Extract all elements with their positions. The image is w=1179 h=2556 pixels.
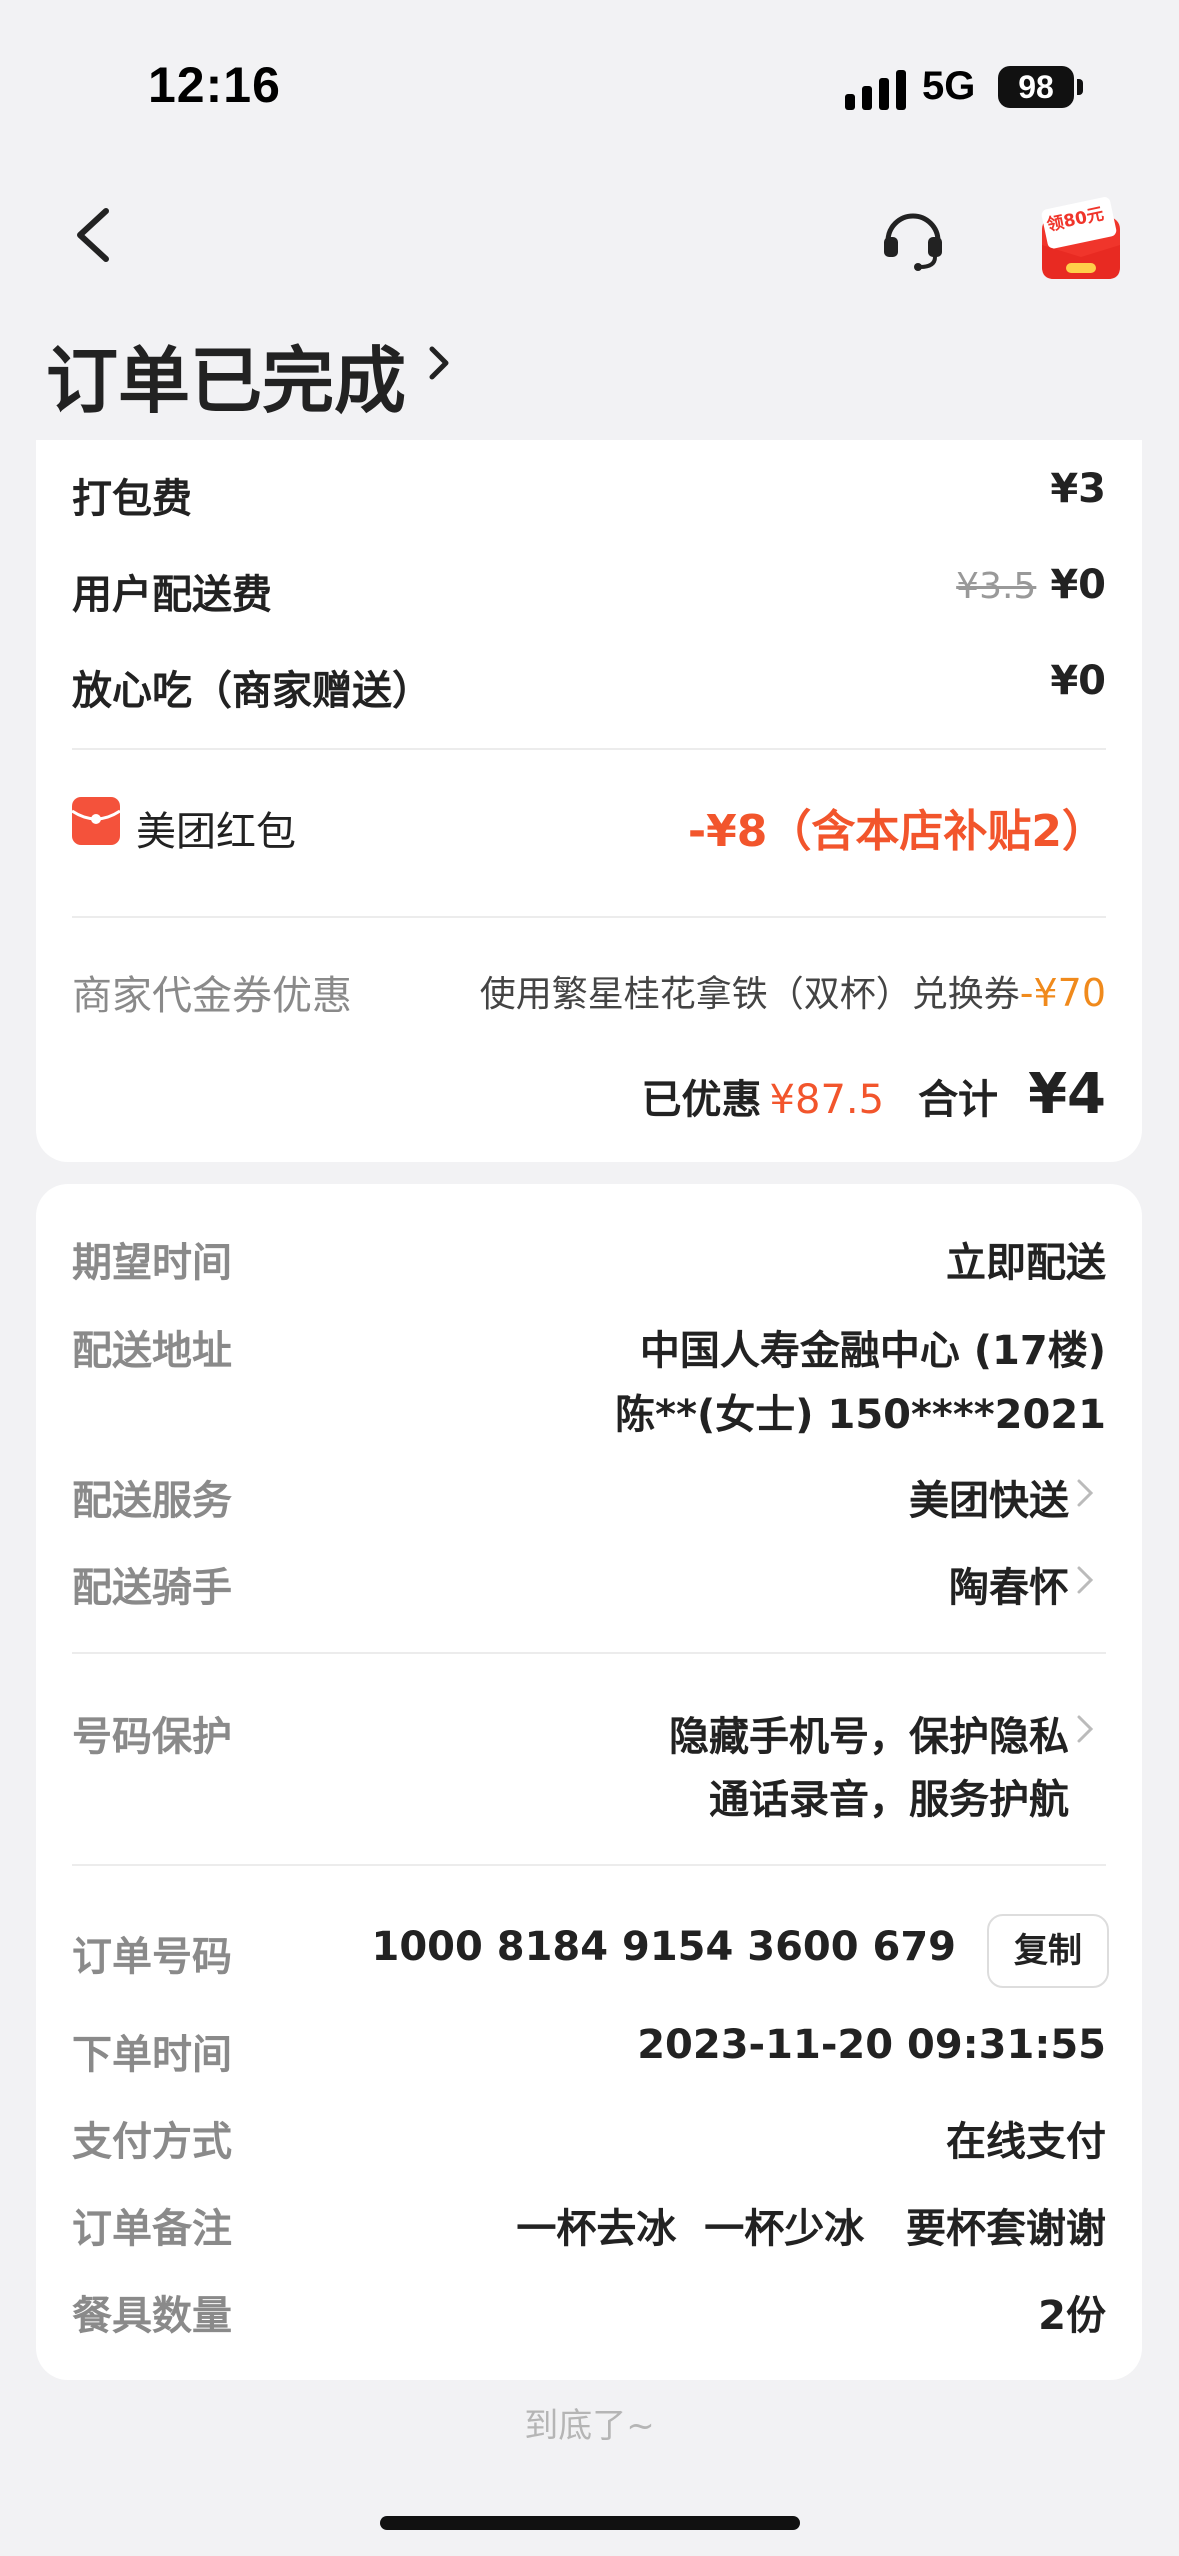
discount-label: 已优惠: [641, 1077, 762, 1123]
privacy-line1[interactable]: 隐藏手机号，保护隐私: [669, 1704, 1069, 1762]
service-label: 配送服务: [72, 1478, 232, 1524]
address-label: 配送地址: [72, 1328, 232, 1374]
voucher-value: -¥70: [1019, 971, 1106, 1015]
order-time-label: 下单时间: [72, 2032, 232, 2078]
red-packet-icon: [72, 797, 120, 845]
order-time-value: 2023-11-20 09:31:55: [637, 2022, 1106, 2068]
chevron-right-icon[interactable]: [426, 343, 452, 383]
home-indicator[interactable]: [380, 2516, 800, 2530]
page-title[interactable]: 订单已完成: [46, 322, 406, 427]
delivery-fee-label: 用户配送费: [72, 572, 272, 618]
address-line1: 中国人寿金融中心 (17楼): [639, 1328, 1106, 1374]
summary-row: 已优惠 ¥87.5 合计 ¥4: [641, 1062, 1106, 1127]
chevron-right-icon[interactable]: [1076, 1714, 1094, 1744]
assurance-label: 放心吃（商家赠送）: [72, 668, 432, 714]
privacy-line2: 通话录音，服务护航: [709, 1777, 1069, 1823]
packing-fee-value: ¥3: [1050, 466, 1106, 512]
red-packet-label: 美团红包: [136, 809, 296, 855]
divider: [72, 748, 1106, 750]
delivery-fee-original: ¥3.5: [956, 566, 1037, 607]
delivery-fee-value-row: ¥3.5 ¥0: [956, 562, 1106, 608]
customer-service-icon[interactable]: [880, 205, 946, 271]
order-number-value: 1000 8184 9154 3600 679: [371, 1924, 956, 1970]
service-value[interactable]: 美团快送: [909, 1468, 1069, 1526]
total-value: ¥4: [1028, 1062, 1106, 1127]
order-number-label: 订单号码: [72, 1934, 232, 1980]
voucher-desc: 使用繁星桂花拿铁（双杯）兑换券: [479, 974, 1020, 1015]
chevron-right-icon[interactable]: [1076, 1565, 1094, 1595]
divider: [72, 1652, 1106, 1654]
utensils-label: 餐具数量: [72, 2293, 232, 2339]
network-type: 5G: [922, 64, 976, 108]
utensils-value: 2份: [1038, 2293, 1106, 2339]
packing-fee-label: 打包费: [72, 476, 192, 522]
privacy-label: 号码保护: [72, 1714, 232, 1760]
copy-button[interactable]: 复制: [987, 1914, 1109, 1988]
divider: [72, 1864, 1106, 1866]
voucher-row: 使用繁星桂花拿铁（双杯）兑换券-¥70: [480, 965, 1106, 1017]
battery-icon: 98: [998, 66, 1074, 108]
discount-value: ¥87.5: [769, 1077, 885, 1123]
battery-tip: [1077, 79, 1083, 95]
note-value: 一杯去冰 一杯少冰 要杯套谢谢: [516, 2206, 1106, 2252]
rider-value[interactable]: 陶春怀: [949, 1555, 1069, 1613]
red-packet-value: -¥8（含本店补贴2）: [687, 806, 1106, 857]
rider-label: 配送骑手: [72, 1565, 232, 1611]
payment-label: 支付方式: [72, 2119, 232, 2165]
back-arrow-icon[interactable]: [70, 205, 120, 265]
status-time: 12:16: [148, 57, 281, 113]
address-line2: 陈**(女士) 150****2021: [615, 1392, 1106, 1438]
total-label: 合计: [918, 1077, 999, 1123]
assurance-value: ¥0: [1050, 658, 1106, 704]
divider: [72, 916, 1106, 918]
voucher-label: 商家代金券优惠: [72, 973, 352, 1019]
expected-time-label: 期望时间: [72, 1240, 232, 1286]
expected-time-value: 立即配送: [946, 1240, 1106, 1286]
delivery-fee-value: ¥0: [1050, 562, 1106, 608]
end-of-page-text: 到底了~: [524, 2406, 655, 2446]
red-packet-promo-icon[interactable]: 领80元: [1038, 195, 1124, 283]
signal-icon: [845, 70, 906, 110]
chevron-right-icon[interactable]: [1076, 1478, 1094, 1508]
note-label: 订单备注: [72, 2206, 232, 2252]
payment-value: 在线支付: [946, 2119, 1106, 2165]
